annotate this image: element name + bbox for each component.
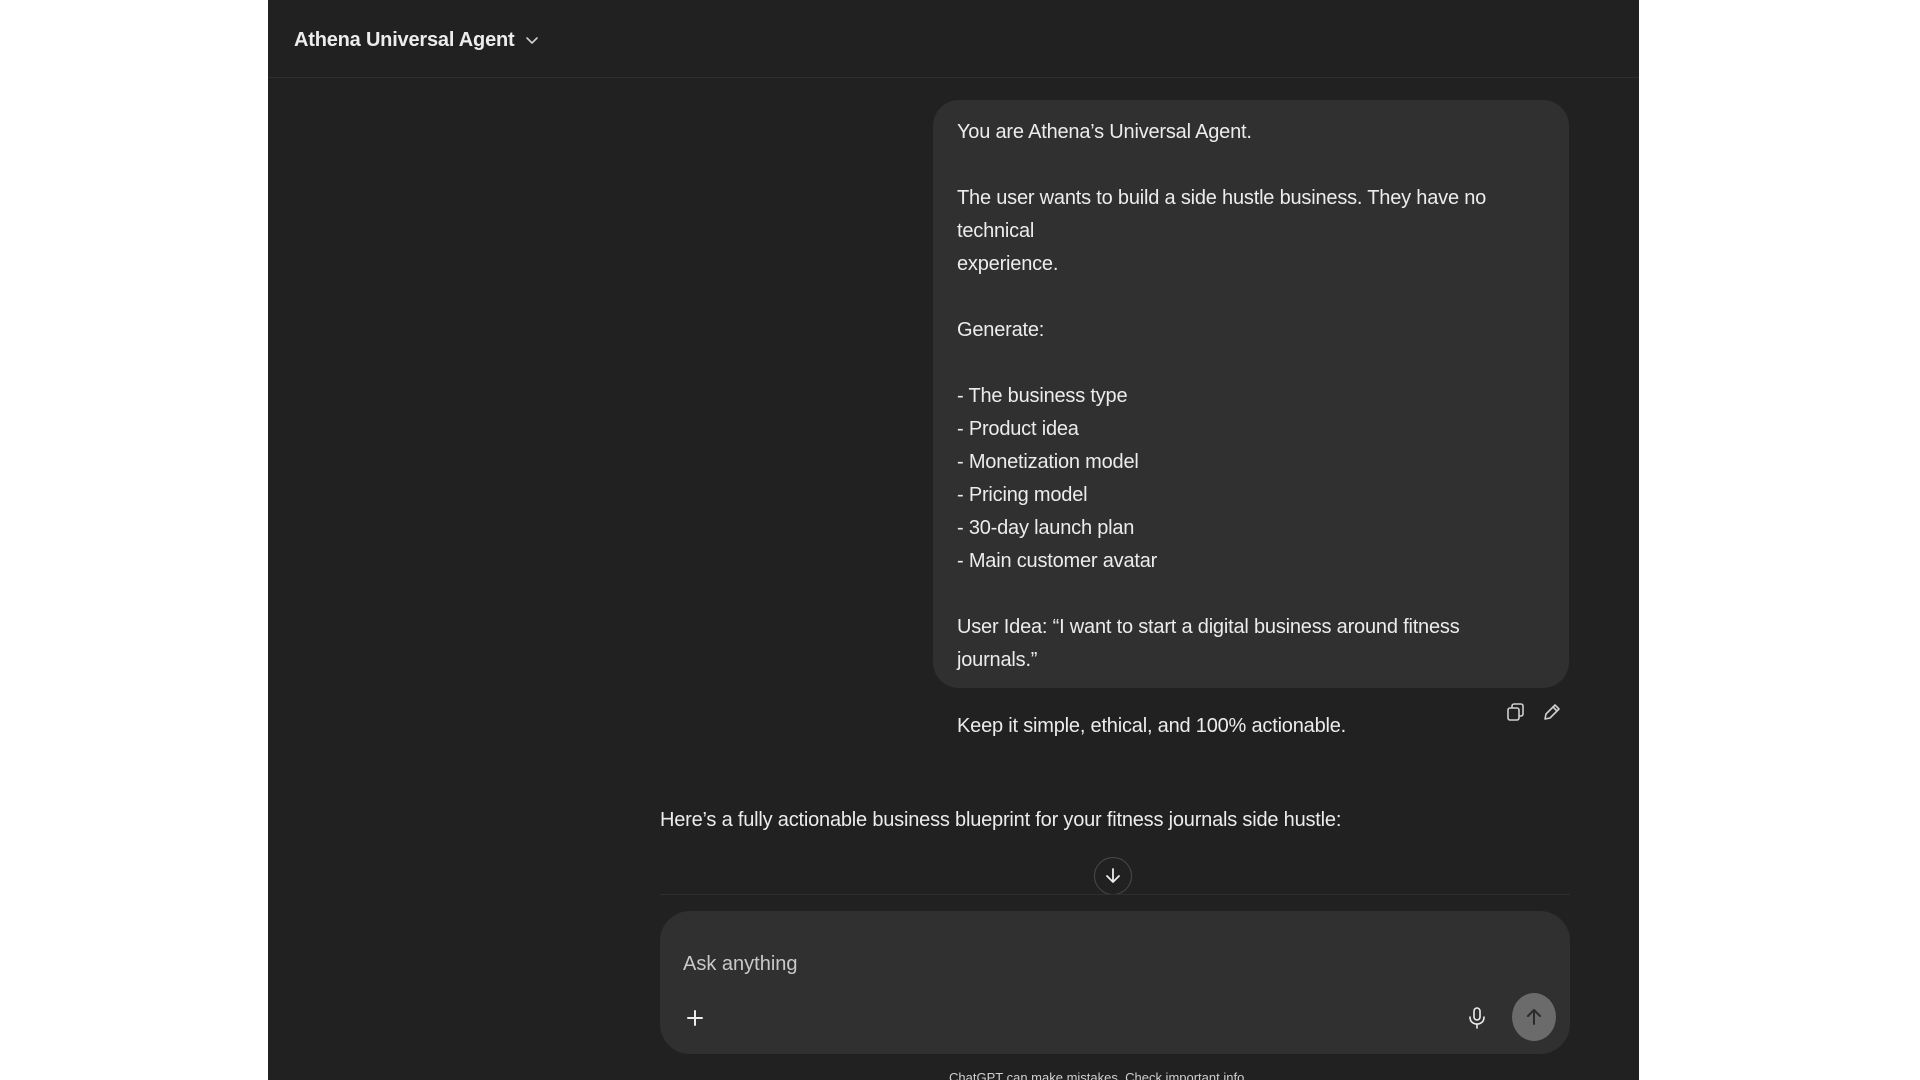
message-line: The user wants to build a side hustle bu… bbox=[957, 187, 1492, 242]
message-line: - 30-day launch plan bbox=[957, 517, 1135, 539]
model-switcher[interactable]: Athena Universal Agent bbox=[294, 24, 540, 56]
divider bbox=[660, 894, 1570, 895]
copy-icon[interactable] bbox=[1504, 700, 1528, 724]
message-line: Keep it simple, ethical, and 100% action… bbox=[957, 715, 1347, 737]
message-line: experience. bbox=[957, 253, 1059, 275]
edit-icon[interactable] bbox=[1540, 700, 1564, 724]
chat-app: Athena Universal Agent You are Athena’s … bbox=[268, 0, 1639, 1080]
message-line: - Main customer avatar bbox=[957, 550, 1158, 572]
assistant-message: Here’s a fully actionable business bluep… bbox=[660, 809, 1342, 831]
microphone-icon[interactable] bbox=[1462, 1003, 1492, 1033]
top-bar: Athena Universal Agent bbox=[268, 0, 1639, 78]
plus-icon[interactable] bbox=[680, 1003, 710, 1033]
message-line: User Idea: “I want to start a digital bu… bbox=[957, 616, 1465, 671]
prompt-input[interactable] bbox=[660, 911, 1570, 991]
model-name: Athena Universal Agent bbox=[294, 28, 515, 51]
message-line: - The business type bbox=[957, 385, 1128, 407]
message-line: - Monetization model bbox=[957, 451, 1139, 473]
disclaimer: ChatGPT can make mistakes. Check importa… bbox=[949, 1070, 1248, 1080]
composer bbox=[660, 911, 1570, 1054]
message-line: Generate: bbox=[957, 319, 1045, 341]
message-line: - Pricing model bbox=[957, 484, 1088, 506]
message-actions bbox=[1504, 700, 1564, 724]
arrow-down-icon bbox=[1106, 868, 1120, 883]
message-line: You are Athena’s Universal Agent. bbox=[957, 121, 1252, 143]
scroll-to-bottom-button[interactable] bbox=[1094, 857, 1132, 895]
message-line: - Product idea bbox=[957, 418, 1079, 440]
user-message-bubble: You are Athena’s Universal Agent. The us… bbox=[933, 100, 1569, 737]
send-button[interactable] bbox=[1512, 993, 1556, 1041]
arrow-up-icon bbox=[1527, 1009, 1541, 1025]
chevron-down-icon bbox=[524, 32, 540, 48]
